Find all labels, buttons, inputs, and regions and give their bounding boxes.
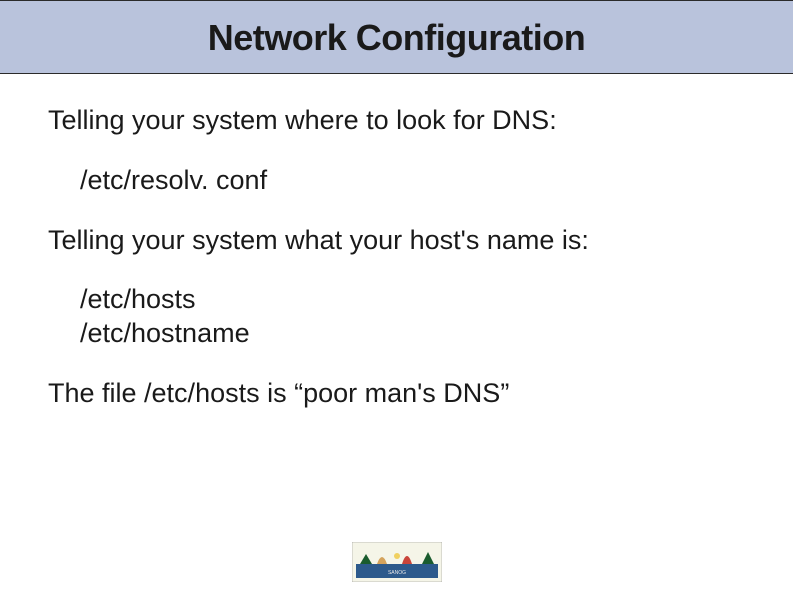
slide: Network Configuration Telling your syste… [0,0,793,596]
logo-icon: SANOG [352,542,442,582]
dns-intro-text: Telling your system where to look for DN… [48,104,745,138]
resolv-conf-path: /etc/resolv. conf [80,164,745,198]
closing-text: The file /etc/hosts is “poor man's DNS” [48,377,745,411]
hostname-path: /etc/hostname [80,317,745,351]
hostname-file-list: /etc/hosts /etc/hostname [48,283,745,351]
dns-file-list: /etc/resolv. conf [48,164,745,198]
hosts-path: /etc/hosts [80,283,745,317]
svg-text:SANOG: SANOG [387,570,405,576]
title-band: Network Configuration [0,0,793,74]
slide-title: Network Configuration [0,17,793,59]
hostname-intro-text: Telling your system what your host's nam… [48,224,745,258]
slide-content: Telling your system where to look for DN… [0,74,793,467]
footer-logo: SANOG [352,542,442,582]
